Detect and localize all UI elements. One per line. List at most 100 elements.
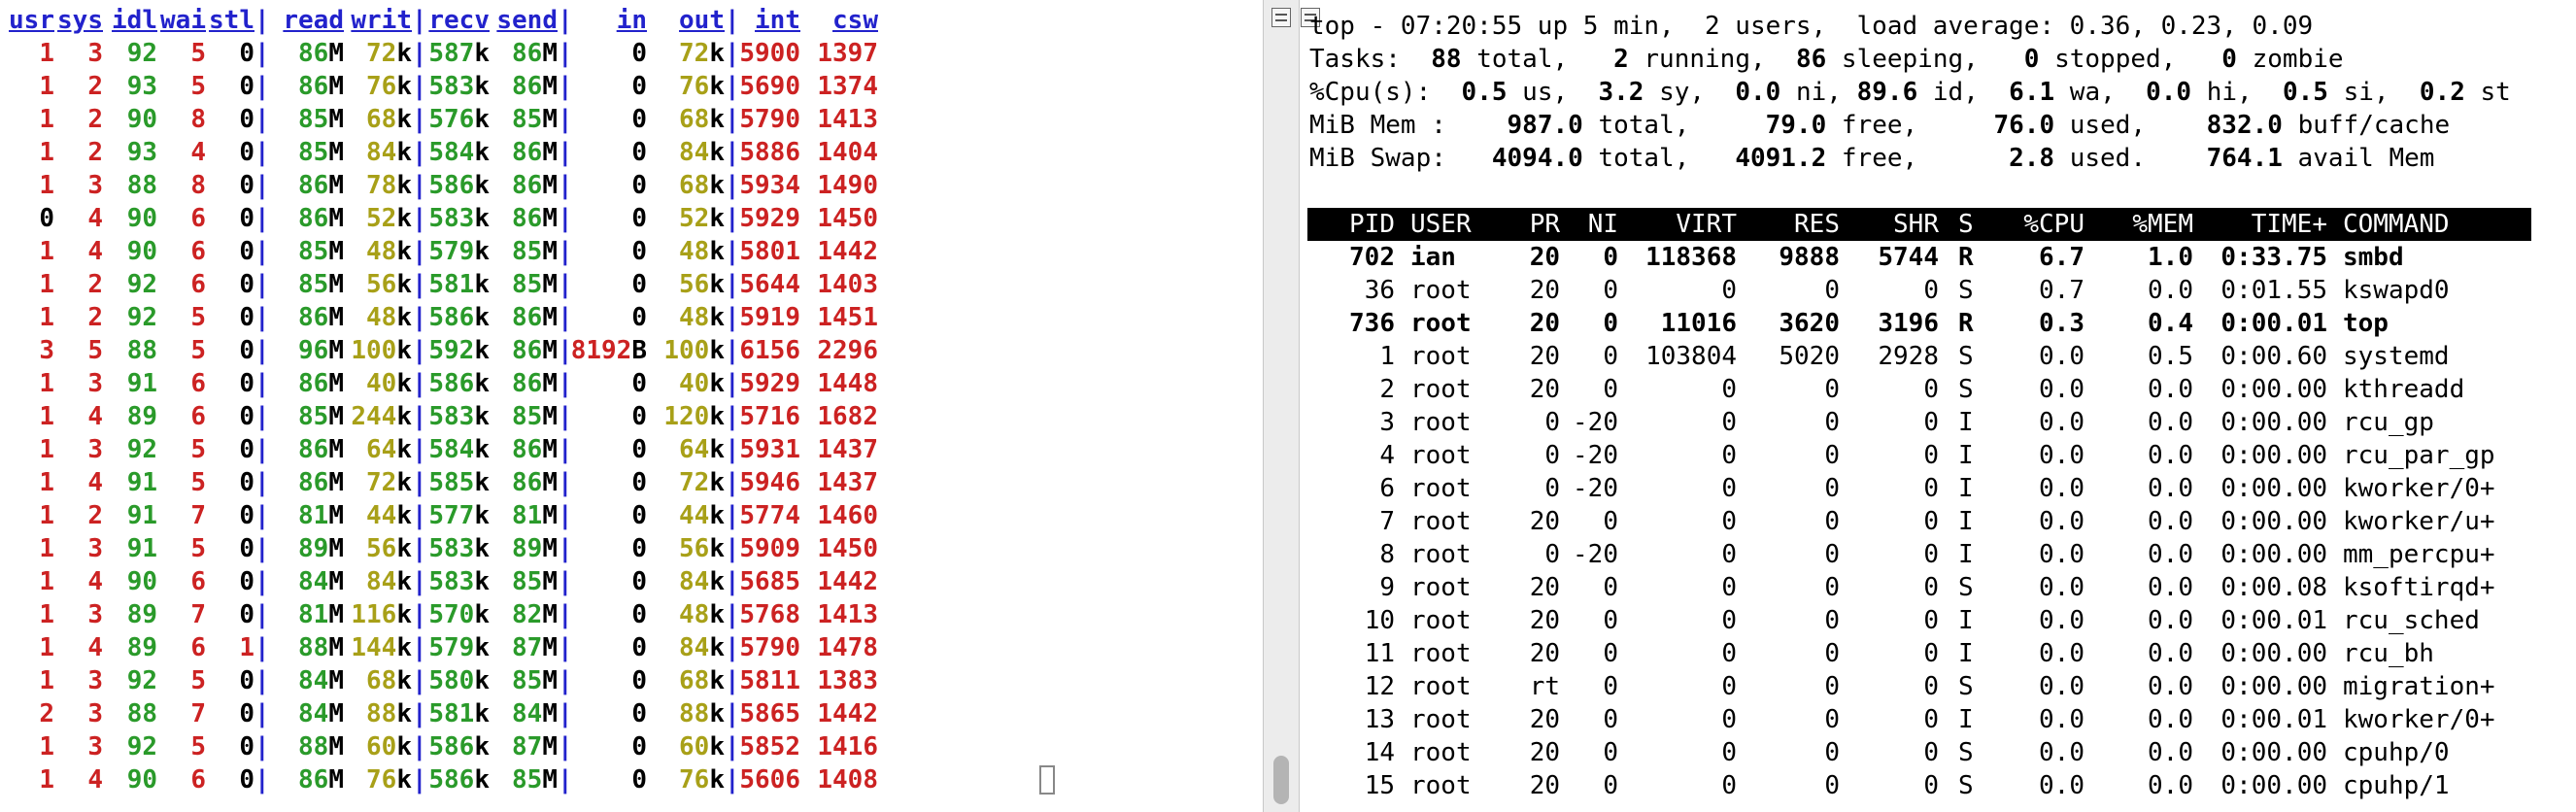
process-cell-shr: 0: [1923, 540, 1939, 569]
dstat-cell-sys: 4: [87, 765, 103, 795]
dstat-cell-out: 72k: [679, 468, 725, 497]
process-cell-virt: 0: [1721, 639, 1737, 668]
process-cell-user: root: [1410, 540, 1472, 569]
dstat-cell-out: 64k: [679, 435, 725, 464]
dstat-cell-idl: 91: [126, 468, 157, 497]
dstat-cell-csw: 1478: [817, 633, 878, 662]
dstat-cell-out: 48k: [679, 303, 725, 332]
dstat-cell-in: 0: [631, 633, 647, 662]
scrollbar-thumb[interactable]: [1273, 756, 1289, 804]
process-row[interactable]: 7 root 20 0 0 0 0 I 0.0 0.0 0:00.00 kworker/u+: [1307, 505, 2531, 538]
dstat-cell-csw: 1397: [817, 39, 878, 68]
dstat-cell-out: 120k: [663, 402, 725, 431]
split-pane-icon[interactable]: [1271, 8, 1291, 27]
column-header-pid[interactable]: PID: [1349, 208, 1395, 241]
process-cell-pr: 20: [1529, 606, 1560, 635]
dstat-cell-usr: 1: [39, 270, 54, 299]
dstat-cell-in: 0: [631, 138, 647, 167]
dstat-cell-recv: 576k: [428, 105, 490, 134]
column-separator: |: [725, 204, 740, 233]
process-cell-cpu: 6.7: [2039, 243, 2085, 272]
dstat-cell-csw: 2296: [817, 336, 878, 365]
process-row[interactable]: 9 root 20 0 0 0 0 S 0.0 0.0 0:00.08 ksoftirqd+: [1307, 571, 2531, 604]
dstat-row: 1 4 89 6 0| 85M 244k|583k 85M| 0 120k|5716 1682: [6, 400, 878, 433]
dstat-cell-stl: 0: [239, 666, 254, 695]
dstat-cell-wai: 7: [190, 600, 206, 629]
column-header-s[interactable]: S: [1958, 208, 1974, 241]
dstat-cell-writ: 84k: [366, 567, 412, 596]
process-row[interactable]: 15 root 20 0 0 0 0 S 0.0 0.0 0:00.00 cpuhp/1: [1307, 769, 2531, 802]
dstat-row: 1 3 92 5 0| 88M 60k|586k 87M| 0 60k|5852 1416: [6, 730, 878, 763]
process-row[interactable]: 10 root 20 0 0 0 0 I 0.0 0.0 0:00.01 rcu_sched: [1307, 604, 2531, 637]
dstat-cell-stl: 0: [239, 171, 254, 200]
process-cell-cpu: 0.0: [2039, 672, 2085, 701]
process-row[interactable]: 36 root 20 0 0 0 0 S 0.7 0.0 0:01.55 kswapd0: [1307, 274, 2531, 307]
dstat-terminal-pane[interactable]: usr sys idl wai stl| read writ|recv send| in out|…: [0, 0, 1263, 812]
dstat-cell-writ: 100k: [351, 336, 412, 365]
column-separator: |: [558, 270, 573, 299]
dstat-cell-usr: 1: [39, 501, 54, 530]
dstat-cell-send: 85M: [512, 567, 558, 596]
column-header-res[interactable]: RES: [1794, 208, 1840, 241]
dstat-cell-sys: 2: [87, 72, 103, 101]
dstat-cell-out: 40k: [679, 369, 725, 398]
process-cell-time: 0:01.55: [2220, 276, 2327, 305]
process-cell-res: 0: [1824, 771, 1840, 800]
column-header-pr[interactable]: PR: [1530, 208, 1560, 241]
column-separator: |: [412, 501, 427, 530]
process-cell-cmd: mm_percpu+: [2343, 540, 2495, 569]
column-separator: |: [725, 765, 740, 795]
dstat-cell-writ: 72k: [366, 468, 412, 497]
dstat-cell-writ: 68k: [366, 666, 412, 695]
process-row[interactable]: 14 root 20 0 0 0 0 S 0.0 0.0 0:00.00 cpuhp/0: [1307, 736, 2531, 769]
column-separator: |: [725, 270, 740, 299]
column-separator: |: [558, 138, 573, 167]
process-cell-cmd: rcu_bh: [2343, 639, 2434, 668]
process-row[interactable]: 8 root 0 -20 0 0 0 I 0.0 0.0 0:00.00 mm_percpu+: [1307, 538, 2531, 571]
dstat-cell-csw: 1442: [817, 699, 878, 728]
column-header-virt[interactable]: VIRT: [1676, 208, 1737, 241]
pane-divider[interactable]: [1263, 0, 1300, 812]
dstat-cell-writ: 48k: [366, 237, 412, 266]
column-separator: |: [558, 72, 573, 101]
process-cell-time: 0:00.00: [2220, 375, 2327, 404]
process-cell-time: 0:00.00: [2220, 474, 2327, 503]
dstat-header-csw: csw: [832, 6, 878, 35]
column-header-mem[interactable]: %MEM: [2132, 208, 2193, 241]
top-terminal-pane[interactable]: top - 07:20:55 up 5 min, 2 users, load a…: [1300, 0, 2576, 812]
top-summary-line: MiB Swap: 4094.0 total, 4091.2 free, 2.8…: [1309, 144, 2435, 173]
column-header-shr[interactable]: SHR: [1893, 208, 1939, 241]
dstat-header-in: in: [616, 6, 647, 35]
dstat-cell-writ: 56k: [366, 534, 412, 563]
column-separator: |: [558, 534, 573, 563]
process-row[interactable]: 12 root rt 0 0 0 0 S 0.0 0.0 0:00.00 migration+: [1307, 670, 2531, 703]
column-header-ni[interactable]: NI: [1588, 208, 1618, 241]
process-cell-ni: -20: [1573, 474, 1618, 503]
dstat-cell-wai: 6: [190, 633, 206, 662]
dstat-cell-sys: 2: [87, 138, 103, 167]
column-header-user[interactable]: USER: [1410, 208, 1472, 241]
process-row[interactable]: 702 ian 20 0 118368 9888 5744 R 6.7 1.0 0:33.75 smb…: [1307, 241, 2531, 274]
dstat-cell-sys: 3: [87, 666, 103, 695]
dstat-cell-out: 72k: [679, 39, 725, 68]
process-row[interactable]: 3 root 0 -20 0 0 0 I 0.0 0.0 0:00.00 rcu_gp: [1307, 406, 2531, 439]
process-row[interactable]: 13 root 20 0 0 0 0 I 0.0 0.0 0:00.01 kworker/0+: [1307, 703, 2531, 736]
dstat-cell-usr: 1: [39, 138, 54, 167]
column-header-time[interactable]: TIME+: [2252, 208, 2327, 241]
process-row[interactable]: 11 root 20 0 0 0 0 I 0.0 0.0 0:00.00 rcu_bh: [1307, 637, 2531, 670]
dstat-cell-read: 84M: [298, 666, 344, 695]
column-header-command[interactable]: COMMAND: [2343, 208, 2450, 241]
dstat-cell-send: 85M: [512, 270, 558, 299]
column-separator: |: [558, 633, 573, 662]
dstat-row: 1 4 90 6 0| 85M 48k|579k 85M| 0 48k|5801 1442: [6, 235, 878, 268]
dstat-cell-writ: 76k: [366, 72, 412, 101]
process-row[interactable]: 736 root 20 0 11016 3620 3196 R 0.3 0.4 0:00.01 top: [1307, 307, 2531, 340]
process-cell-ni: 0: [1603, 309, 1618, 338]
column-header-cpu[interactable]: %CPU: [2023, 208, 2085, 241]
process-row[interactable]: 6 root 0 -20 0 0 0 I 0.0 0.0 0:00.00 kworker/0+: [1307, 472, 2531, 505]
dstat-cell-wai: 5: [190, 534, 206, 563]
dstat-cell-send: 87M: [512, 633, 558, 662]
process-row[interactable]: 1 root 20 0 103804 5020 2928 S 0.0 0.5 0:00.60 syst…: [1307, 340, 2531, 373]
process-row[interactable]: 4 root 0 -20 0 0 0 I 0.0 0.0 0:00.00 rcu_par_gp: [1307, 439, 2531, 472]
process-row[interactable]: 2 root 20 0 0 0 0 S 0.0 0.0 0:00.00 kthreadd: [1307, 373, 2531, 406]
